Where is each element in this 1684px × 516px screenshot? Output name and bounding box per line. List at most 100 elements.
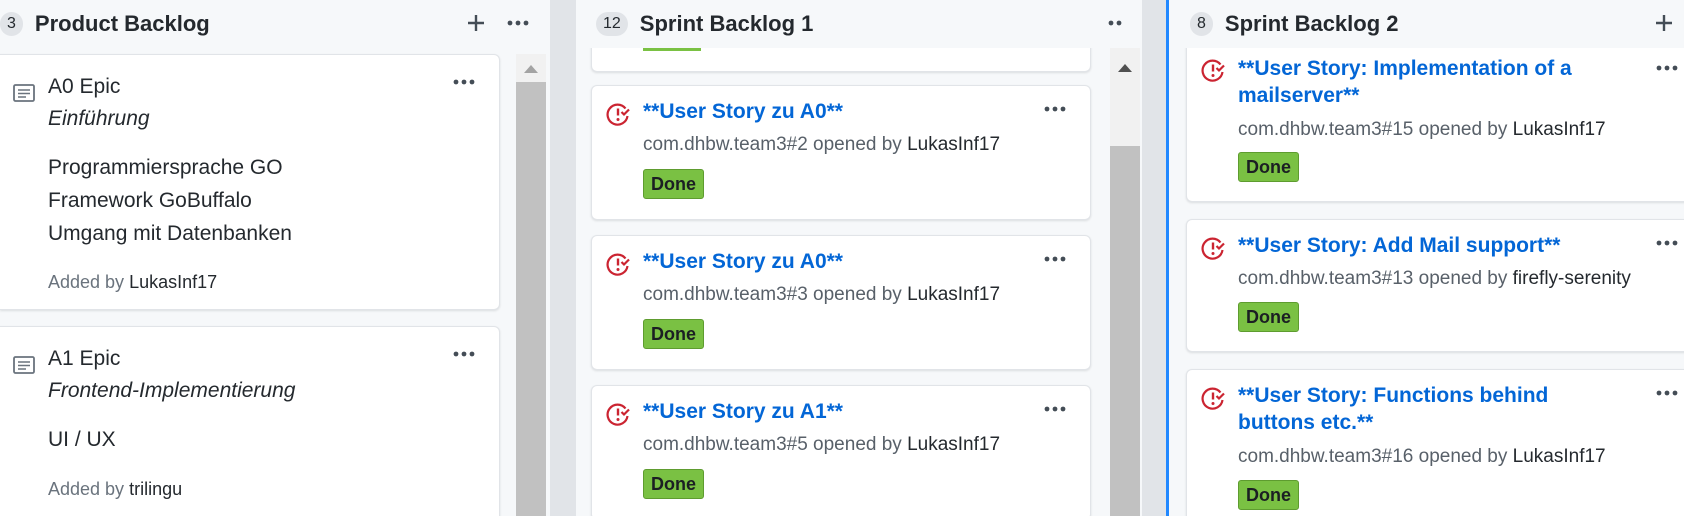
column-product-backlog: 3 Product Backlog A0 Epic Einführung Pro… (0, 0, 550, 516)
kebab-horizontal-icon (453, 79, 475, 85)
issue-closed-icon (606, 103, 630, 126)
card-menu-button[interactable] (447, 71, 481, 93)
opened-by-text: opened by (1418, 446, 1508, 467)
issue-card[interactable]: **User Story zu A0** com.dhbw.team3#3 op… (591, 235, 1091, 370)
added-by-user[interactable]: LukasInf17 (129, 272, 217, 292)
scroll-up-arrow-icon[interactable] (523, 62, 539, 74)
issue-card[interactable]: **User Story: Functions behind buttons e… (1186, 369, 1684, 516)
issue-closed-icon (606, 403, 630, 426)
issue-author[interactable]: firefly-serenity (1513, 268, 1631, 289)
issue-card[interactable]: **User Story: Add Mail support** com.dhb… (1186, 219, 1684, 352)
column-title: Sprint Backlog 2 (1224, 11, 1399, 36)
done-label[interactable]: Done (643, 319, 704, 349)
issue-ref[interactable]: com.dhbw.team3#15 (1238, 119, 1413, 140)
added-by-text: Added by LukasInf17 (48, 272, 217, 293)
note-subtitle: Frontend-Implementierung (48, 379, 296, 402)
issue-card[interactable]: **User Story: Implementation of a mailse… (1186, 30, 1684, 202)
done-label[interactable]: Done (1238, 480, 1299, 510)
issue-closed-icon (1201, 237, 1225, 260)
issue-meta: com.dhbw.team3#16 opened by LukasInf17 (1238, 446, 1606, 468)
column-title: Product Backlog (34, 11, 210, 36)
opened-by-text: opened by (813, 434, 902, 455)
issue-title-link[interactable]: **User Story zu A1** (643, 398, 1030, 425)
added-by-prefix: Added by (48, 479, 125, 499)
issue-title-link[interactable]: **User Story: Implementation of a mailse… (1238, 55, 1626, 109)
kebab-horizontal-icon (1656, 390, 1678, 396)
card-menu-button[interactable] (1038, 248, 1072, 270)
note-card[interactable]: A0 Epic Einführung Programmiersprache GO… (0, 54, 500, 310)
column-sprint-backlog-1: 12 Sprint Backlog 1 12 Sprint Backlog 1 … (576, 0, 1142, 516)
card-count-badge: 3 (0, 12, 23, 36)
issue-title-link[interactable]: **User Story zu A0** (643, 98, 1030, 125)
card-menu-button[interactable] (1038, 98, 1072, 120)
issue-ref[interactable]: com.dhbw.team3#16 (1238, 446, 1413, 467)
column-header-repeat: 12 Sprint Backlog 1 (576, 0, 813, 48)
column-sprint-backlog-2: **User Story: Implementation of a mailse… (1166, 0, 1684, 516)
note-line: UI / UX (48, 428, 116, 451)
issue-meta: com.dhbw.team3#15 opened by LukasInf17 (1238, 119, 1606, 141)
issue-closed-icon (606, 253, 630, 276)
issue-author[interactable]: LukasInf17 (907, 434, 1000, 455)
issue-author[interactable]: LukasInf17 (1513, 119, 1606, 140)
opened-by-text: opened by (813, 284, 902, 305)
column-header: 3 Product Backlog (0, 0, 550, 48)
issue-title-link[interactable]: **User Story zu A0** (643, 248, 1030, 275)
note-card[interactable]: A1 Epic Frontend-Implementierung UI / UX… (0, 326, 500, 516)
column-scrollbar[interactable] (516, 54, 546, 516)
issue-meta: com.dhbw.team3#2 opened by LukasInf17 (643, 134, 1000, 156)
issue-author[interactable]: LukasInf17 (907, 284, 1000, 305)
kebab-horizontal-icon (507, 20, 529, 26)
note-icon (13, 356, 35, 374)
card-count-badge: 8 (1190, 12, 1213, 36)
card-menu-button[interactable] (447, 343, 481, 365)
kebab-horizontal-icon (1044, 256, 1066, 262)
note-line: Umgang mit Datenbanken (48, 222, 292, 245)
issue-meta: com.dhbw.team3#5 opened by LukasInf17 (643, 434, 1000, 456)
added-by-prefix: Added by (48, 272, 125, 292)
issue-closed-icon (1201, 59, 1225, 82)
plus-icon (468, 15, 484, 31)
done-label[interactable]: Done (643, 469, 704, 499)
issue-meta: com.dhbw.team3#13 opened by firefly-sere… (1238, 268, 1631, 290)
column-scrollbar[interactable] (1110, 48, 1140, 516)
add-card-button[interactable] (1649, 8, 1679, 38)
scrollbar-thumb[interactable] (516, 82, 546, 516)
kebab-horizontal-icon (1656, 240, 1678, 246)
done-label[interactable]: Done (1238, 302, 1299, 332)
card-menu-button[interactable] (1650, 232, 1684, 254)
card-menu-button[interactable] (1650, 382, 1684, 404)
done-label[interactable]: Done (643, 169, 704, 199)
issue-ref[interactable]: com.dhbw.team3#13 (1238, 268, 1413, 289)
issue-card[interactable]: **User Story zu A1** com.dhbw.team3#5 op… (591, 385, 1091, 516)
scroll-up-arrow-icon[interactable] (1117, 61, 1133, 73)
issue-author[interactable]: LukasInf17 (907, 134, 1000, 155)
card-count-badge: 12 (596, 12, 628, 36)
note-line: Programmiersprache GO (48, 156, 283, 179)
issue-title-link[interactable]: **User Story: Functions behind buttons e… (1238, 382, 1626, 436)
column-title: Sprint Backlog 1 (639, 11, 814, 36)
kebab-horizontal-icon (453, 351, 475, 357)
added-by-user[interactable]: trilingu (129, 479, 182, 499)
card-menu-button[interactable] (1038, 398, 1072, 420)
opened-by-text: opened by (1418, 268, 1508, 289)
column-header: 8 Sprint Backlog 2 (1169, 0, 1684, 48)
issue-author[interactable]: LukasInf17 (1513, 446, 1606, 467)
issue-ref[interactable]: com.dhbw.team3#5 (643, 434, 808, 455)
scrollbar-thumb[interactable] (1110, 146, 1140, 516)
add-card-button[interactable] (461, 8, 491, 38)
kebab-horizontal-icon (1044, 106, 1066, 112)
issue-ref[interactable]: com.dhbw.team3#2 (643, 134, 808, 155)
note-subtitle: Einführung (48, 107, 150, 130)
note-icon (13, 84, 35, 102)
issue-card[interactable]: **User Story zu A0** com.dhbw.team3#2 op… (591, 85, 1091, 220)
issue-closed-icon (1201, 387, 1225, 410)
column-menu-button[interactable] (503, 8, 533, 38)
kebab-horizontal-icon (1044, 406, 1066, 412)
card-menu-button[interactable] (1650, 57, 1684, 79)
done-label[interactable]: Done (1238, 152, 1299, 182)
issue-ref[interactable]: com.dhbw.team3#3 (643, 284, 808, 305)
added-by-text: Added by trilingu (48, 479, 182, 500)
note-title: A0 Epic (48, 75, 121, 98)
opened-by-text: opened by (1418, 119, 1508, 140)
issue-title-link[interactable]: **User Story: Add Mail support** (1238, 232, 1626, 259)
